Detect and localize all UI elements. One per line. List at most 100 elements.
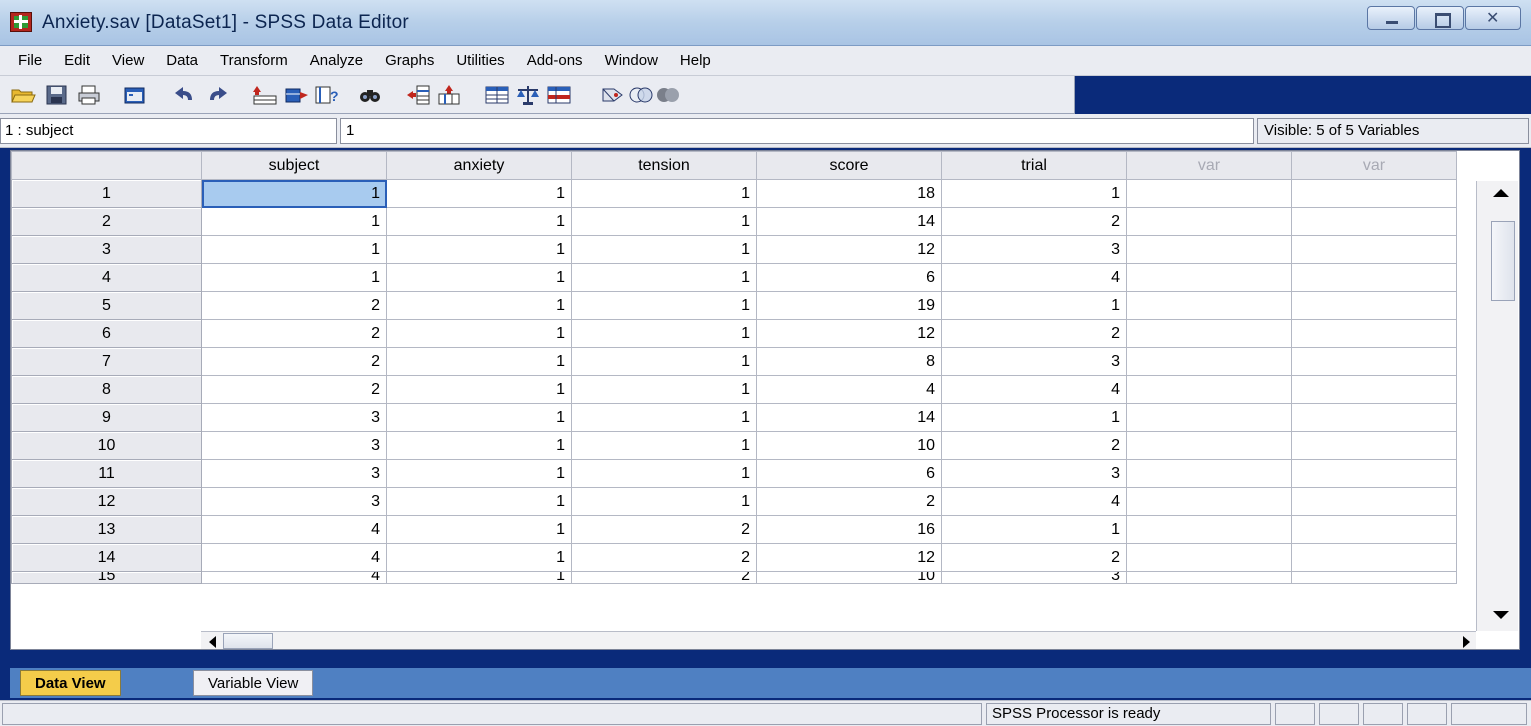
row-number[interactable]: 7: [11, 347, 202, 376]
row-number[interactable]: 12: [11, 487, 202, 516]
data-cell[interactable]: 1: [201, 207, 387, 236]
horizontal-scrollbar[interactable]: [201, 631, 1476, 649]
data-cell[interactable]: 1: [386, 431, 572, 460]
data-cell[interactable]: 2: [201, 291, 387, 320]
row-number[interactable]: 3: [11, 235, 202, 264]
data-cell[interactable]: 1: [571, 459, 757, 488]
menu-transform[interactable]: Transform: [212, 52, 296, 69]
row-number[interactable]: 2: [11, 207, 202, 236]
use-variable-sets-icon[interactable]: ?: [314, 84, 340, 106]
row-number[interactable]: 8: [11, 375, 202, 404]
data-cell[interactable]: 1: [386, 263, 572, 292]
empty-cell[interactable]: [1126, 207, 1292, 236]
menu-analyze[interactable]: Analyze: [302, 52, 371, 69]
data-cell[interactable]: 4: [201, 571, 387, 584]
data-cell[interactable]: 3: [941, 235, 1127, 264]
data-cell[interactable]: 1: [571, 207, 757, 236]
data-cell[interactable]: 2: [941, 319, 1127, 348]
empty-cell[interactable]: [1126, 571, 1292, 584]
data-cell[interactable]: 18: [756, 179, 942, 208]
empty-cell[interactable]: [1126, 235, 1292, 264]
show-all-variables-icon[interactable]: [655, 84, 681, 106]
scroll-right-arrow-icon[interactable]: [1463, 636, 1470, 648]
menu-window[interactable]: Window: [597, 52, 666, 69]
data-cell[interactable]: 8: [756, 347, 942, 376]
data-cell[interactable]: 10: [756, 571, 942, 584]
data-cell[interactable]: 1: [571, 263, 757, 292]
empty-cell[interactable]: [1126, 459, 1292, 488]
data-cell[interactable]: 1: [941, 179, 1127, 208]
empty-cell[interactable]: [1291, 263, 1457, 292]
row-number[interactable]: 6: [11, 319, 202, 348]
data-cell[interactable]: 3: [941, 347, 1127, 376]
data-cell[interactable]: 1: [201, 179, 387, 208]
data-cell[interactable]: 1: [571, 375, 757, 404]
row-number[interactable]: 5: [11, 291, 202, 320]
data-cell[interactable]: 1: [941, 403, 1127, 432]
print-icon[interactable]: [76, 84, 102, 106]
data-cell[interactable]: 1: [386, 179, 572, 208]
menu-help[interactable]: Help: [672, 52, 719, 69]
data-cell[interactable]: 4: [756, 375, 942, 404]
data-cell[interactable]: 3: [941, 571, 1127, 584]
data-cell[interactable]: 2: [941, 431, 1127, 460]
value-labels-icon[interactable]: [600, 84, 626, 106]
empty-cell[interactable]: [1126, 263, 1292, 292]
data-cell[interactable]: 16: [756, 515, 942, 544]
grid-corner[interactable]: [11, 151, 202, 180]
data-cell[interactable]: 12: [756, 235, 942, 264]
data-cell[interactable]: 1: [201, 263, 387, 292]
data-cell[interactable]: 1: [386, 207, 572, 236]
select-cases-icon[interactable]: [546, 84, 572, 106]
scroll-left-arrow-icon[interactable]: [209, 636, 216, 648]
empty-cell[interactable]: [1126, 319, 1292, 348]
data-cell[interactable]: 14: [756, 403, 942, 432]
vertical-scrollbar[interactable]: [1476, 181, 1518, 631]
data-cell[interactable]: 1: [386, 235, 572, 264]
data-cell[interactable]: 2: [571, 515, 757, 544]
empty-cell[interactable]: [1126, 431, 1292, 460]
menu-add-ons[interactable]: Add-ons: [519, 52, 591, 69]
data-cell[interactable]: 2: [201, 347, 387, 376]
data-cell[interactable]: 3: [201, 431, 387, 460]
row-number[interactable]: 15: [11, 571, 202, 584]
scroll-down-arrow-icon[interactable]: [1491, 607, 1515, 627]
close-button[interactable]: [1465, 6, 1521, 30]
row-number[interactable]: 9: [11, 403, 202, 432]
data-cell[interactable]: 3: [941, 459, 1127, 488]
column-header-subject[interactable]: subject: [201, 151, 387, 180]
horizontal-scroll-thumb[interactable]: [223, 633, 273, 649]
data-cell[interactable]: 2: [201, 375, 387, 404]
menu-edit[interactable]: Edit: [56, 52, 98, 69]
data-cell[interactable]: 1: [571, 235, 757, 264]
tab-data-view[interactable]: Data View: [20, 670, 121, 696]
empty-cell[interactable]: [1291, 403, 1457, 432]
data-cell[interactable]: 1: [571, 319, 757, 348]
row-number[interactable]: 14: [11, 543, 202, 572]
data-cell[interactable]: 3: [201, 459, 387, 488]
row-number[interactable]: 13: [11, 515, 202, 544]
data-cell[interactable]: 1: [571, 487, 757, 516]
data-cell[interactable]: 1: [571, 179, 757, 208]
data-cell[interactable]: 6: [756, 263, 942, 292]
empty-cell[interactable]: [1126, 179, 1292, 208]
data-cell[interactable]: 3: [201, 487, 387, 516]
data-cell[interactable]: 1: [386, 459, 572, 488]
data-cell[interactable]: 19: [756, 291, 942, 320]
row-number[interactable]: 1: [11, 179, 202, 208]
row-number[interactable]: 4: [11, 263, 202, 292]
data-cell[interactable]: 2: [756, 487, 942, 516]
insert-variable-icon[interactable]: [436, 84, 462, 106]
data-cell[interactable]: 2: [571, 543, 757, 572]
empty-cell[interactable]: [1291, 571, 1457, 584]
vertical-scroll-thumb[interactable]: [1491, 221, 1515, 301]
empty-cell[interactable]: [1291, 431, 1457, 460]
column-header-trial[interactable]: trial: [941, 151, 1127, 180]
empty-cell[interactable]: [1291, 375, 1457, 404]
data-cell[interactable]: 1: [386, 543, 572, 572]
column-header-var-empty[interactable]: var: [1291, 151, 1457, 180]
data-cell[interactable]: 1: [571, 347, 757, 376]
empty-cell[interactable]: [1291, 543, 1457, 572]
variables-icon[interactable]: [284, 84, 310, 106]
empty-cell[interactable]: [1126, 291, 1292, 320]
